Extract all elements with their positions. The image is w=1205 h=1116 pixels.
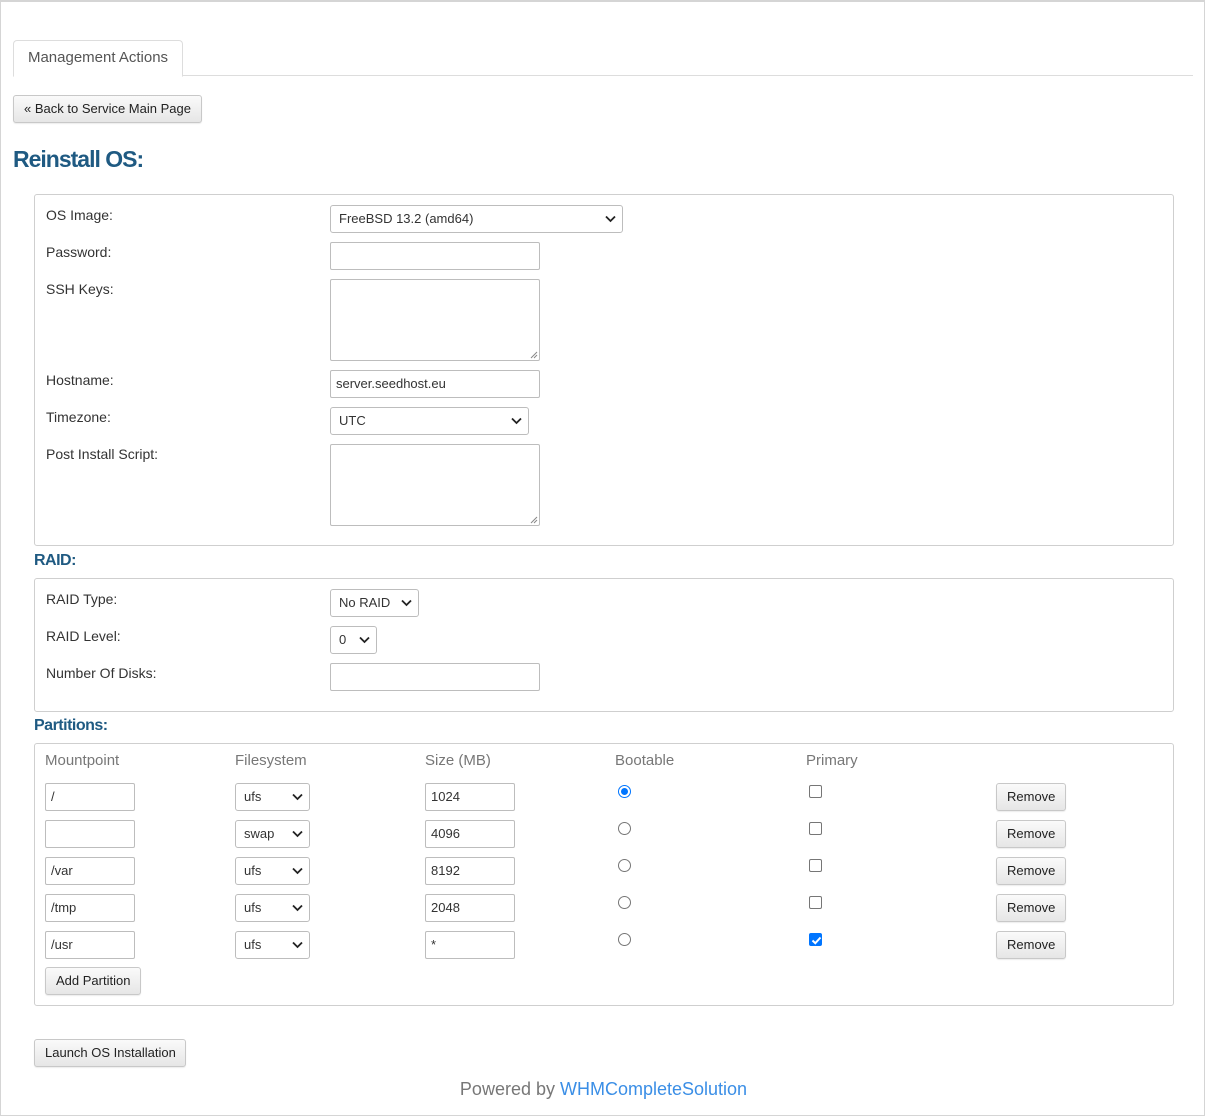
tab-management-actions[interactable]: Management Actions <box>13 40 183 77</box>
chevron-down-icon <box>511 417 522 425</box>
remove-partition-button[interactable]: Remove <box>996 931 1066 959</box>
raid-level-label: RAID Level: <box>46 628 121 644</box>
tab-bar: Management Actions <box>13 40 1193 77</box>
chevron-down-icon <box>401 599 412 607</box>
checkmark-icon <box>811 936 822 945</box>
size-input[interactable]: * <box>425 931 515 959</box>
add-partition-button[interactable]: Add Partition <box>45 967 141 995</box>
bootable-radio[interactable] <box>618 785 631 798</box>
size-input[interactable]: 4096 <box>425 820 515 848</box>
raid-type-label: RAID Type: <box>46 591 118 607</box>
bootable-radio[interactable] <box>618 822 631 835</box>
bootable-radio[interactable] <box>618 896 631 909</box>
filesystem-select[interactable]: ufs <box>235 857 310 885</box>
filesystem-select[interactable]: ufs <box>235 931 310 959</box>
chevron-down-icon <box>292 830 303 838</box>
column-header-bootable: Bootable <box>615 752 675 769</box>
timezone-label: Timezone: <box>46 409 111 425</box>
os-image-value: FreeBSD 13.2 (amd64) <box>339 211 474 226</box>
back-to-service-button[interactable]: « Back to Service Main Page <box>13 95 202 123</box>
ssh-keys-label: SSH Keys: <box>46 281 114 297</box>
filesystem-value: ufs <box>244 863 262 878</box>
size-input[interactable]: 2048 <box>425 894 515 922</box>
resize-grip-icon[interactable] <box>529 350 538 359</box>
chevron-down-icon <box>292 941 303 949</box>
footer-text: Powered by <box>459 1079 560 1099</box>
column-header-mountpoint: Mountpoint <box>45 752 120 769</box>
bootable-radio[interactable] <box>618 933 631 946</box>
post-install-label: Post Install Script: <box>46 446 159 462</box>
filesystem-value: ufs <box>244 937 262 952</box>
raid-level-value: 0 <box>339 632 347 647</box>
page-title: Reinstall OS: <box>13 146 144 172</box>
chevron-down-icon <box>605 215 616 223</box>
password-input[interactable] <box>330 242 540 270</box>
mountpoint-input[interactable]: /usr <box>45 931 135 959</box>
os-form-panel <box>34 194 1174 546</box>
chevron-down-icon <box>292 867 303 875</box>
mountpoint-input[interactable]: / <box>45 783 135 811</box>
remove-partition-button[interactable]: Remove <box>996 857 1066 885</box>
password-label: Password: <box>46 244 112 260</box>
remove-partition-button[interactable]: Remove <box>996 820 1066 848</box>
size-input[interactable]: 8192 <box>425 857 515 885</box>
column-header-primary: Primary <box>806 752 858 769</box>
filesystem-value: ufs <box>244 900 262 915</box>
filesystem-select[interactable]: ufs <box>235 783 310 811</box>
primary-checkbox[interactable] <box>809 822 822 835</box>
chevron-down-icon <box>359 636 370 644</box>
mountpoint-input[interactable]: /var <box>45 857 135 885</box>
launch-os-installation-button[interactable]: Launch OS Installation <box>34 1039 186 1067</box>
ssh-keys-textarea[interactable] <box>330 279 540 361</box>
column-header-filesystem: Filesystem <box>235 752 307 769</box>
raid-panel <box>34 578 1174 712</box>
remove-partition-button[interactable]: Remove <box>996 783 1066 811</box>
filesystem-select[interactable]: ufs <box>235 894 310 922</box>
timezone-select[interactable]: UTC <box>330 407 529 435</box>
primary-checkbox[interactable] <box>809 933 822 946</box>
number-of-disks-label: Number Of Disks: <box>46 665 157 681</box>
raid-type-value: No RAID <box>339 595 391 610</box>
number-of-disks-input[interactable] <box>330 663 540 691</box>
filesystem-select[interactable]: swap <box>235 820 310 848</box>
raid-heading: RAID: <box>34 552 76 569</box>
primary-checkbox[interactable] <box>809 785 822 798</box>
timezone-value: UTC <box>339 413 366 428</box>
post-install-textarea[interactable] <box>330 444 540 526</box>
primary-checkbox[interactable] <box>809 859 822 872</box>
mountpoint-input[interactable] <box>45 820 135 848</box>
mountpoint-input[interactable]: /tmp <box>45 894 135 922</box>
size-input[interactable]: 1024 <box>425 783 515 811</box>
resize-grip-icon[interactable] <box>529 515 538 524</box>
footer-link[interactable]: WHMCompleteSolution <box>560 1079 747 1099</box>
bootable-radio[interactable] <box>618 859 631 872</box>
remove-partition-button[interactable]: Remove <box>996 894 1066 922</box>
os-image-select[interactable]: FreeBSD 13.2 (amd64) <box>330 205 623 233</box>
raid-level-select[interactable]: 0 <box>330 626 377 654</box>
filesystem-value: swap <box>244 826 275 841</box>
os-image-label: OS Image: <box>46 207 113 223</box>
footer: Powered by WHMCompleteSolution <box>1 1079 1205 1100</box>
primary-checkbox[interactable] <box>809 896 822 909</box>
chevron-down-icon <box>292 904 303 912</box>
chevron-down-icon <box>292 793 303 801</box>
filesystem-value: ufs <box>244 789 262 804</box>
hostname-input[interactable]: server.seedhost.eu <box>330 370 540 398</box>
hostname-label: Hostname: <box>46 372 114 388</box>
partitions-heading: Partitions: <box>34 717 108 734</box>
raid-type-select[interactable]: No RAID <box>330 589 419 617</box>
column-header-size: Size (MB) <box>425 752 491 769</box>
